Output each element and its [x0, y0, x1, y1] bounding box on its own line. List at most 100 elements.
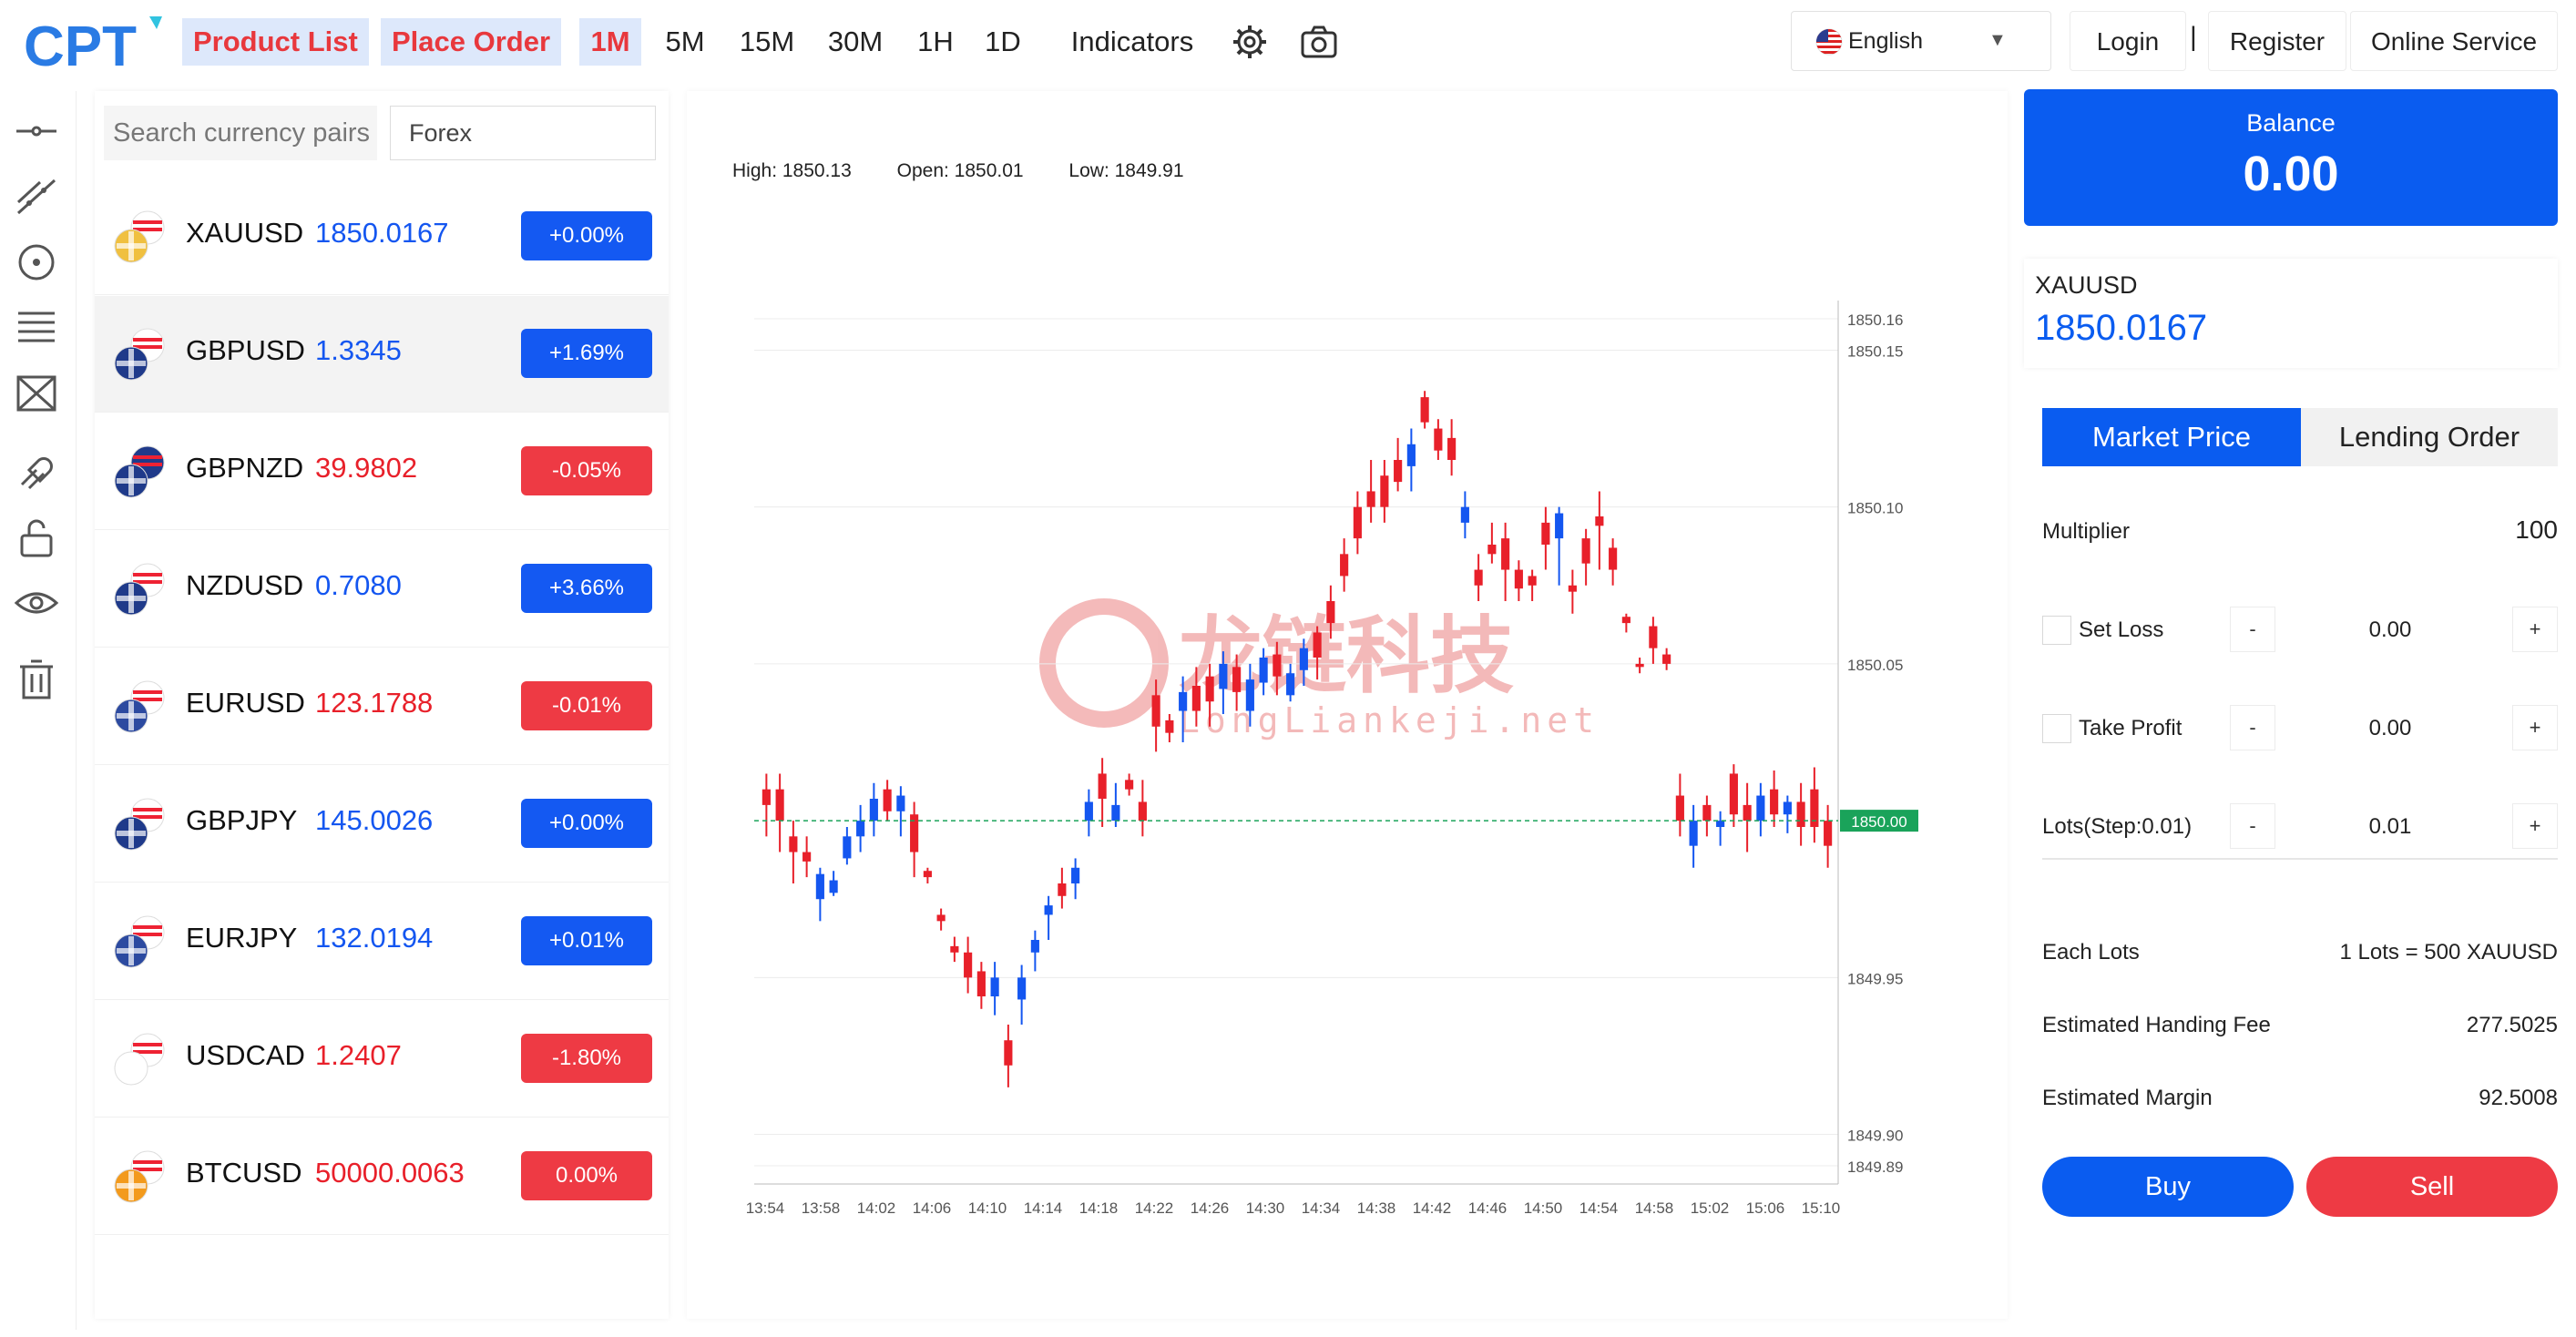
watermark: 龙链科技LongLiankeji.net: [1039, 598, 1594, 740]
indicators-button[interactable]: Indicators: [1057, 18, 1208, 66]
timeframe-30m[interactable]: 30M: [816, 18, 894, 66]
candle-body: [1071, 867, 1080, 883]
take-profit-plus-button[interactable]: +: [2512, 705, 2558, 750]
candle-body: [976, 971, 986, 996]
set-loss-plus-button[interactable]: +: [2512, 607, 2558, 652]
candle-body: [1098, 773, 1107, 799]
pair-row-eurusd[interactable]: EURUSD 123.1788 -0.01%: [95, 648, 669, 765]
usd-cad-flag-icon: [114, 1033, 165, 1086]
x-tick-label: 14:22: [1135, 1199, 1174, 1217]
candle-body: [1380, 475, 1389, 507]
pattern-icon[interactable]: [13, 370, 60, 417]
candle-body: [964, 952, 973, 978]
horizontal-line-icon[interactable]: [13, 107, 60, 155]
pair-row-usdcad[interactable]: USDCAD 1.2407 -1.80%: [95, 1001, 669, 1118]
camera-icon[interactable]: [1297, 20, 1341, 64]
candle-body: [1340, 554, 1349, 577]
lots-value[interactable]: 0.01: [2281, 814, 2499, 840]
candle-body: [1756, 795, 1765, 822]
candle-body: [1366, 491, 1375, 507]
gear-icon[interactable]: [1228, 20, 1272, 64]
candle-body: [762, 789, 771, 805]
set-loss-checkbox[interactable]: [2042, 616, 2071, 645]
candlestick-chart[interactable]: 龙链科技LongLiankeji.net 1850.16 1850.15 1850.1…: [687, 91, 2008, 1319]
pair-row-gbpjpy[interactable]: GBPJPY 145.0026 +0.00%: [95, 766, 669, 883]
set-loss-minus-button[interactable]: -: [2230, 607, 2275, 652]
selected-symbol-card: XAUUSD 1850.0167: [2024, 259, 2558, 368]
margin-label: Estimated Margin: [2042, 1086, 2213, 1110]
candle-body: [1528, 576, 1537, 586]
candle-body: [1716, 821, 1725, 827]
set-loss-row: Set Loss - 0.00 +: [2042, 607, 2558, 654]
pair-row-gbpusd[interactable]: GBPUSD 1.3345 +1.69%: [95, 296, 669, 413]
nav-place-order[interactable]: Place Order: [381, 18, 562, 66]
candle-body: [1649, 626, 1658, 648]
language-selector[interactable]: English ▼: [1791, 11, 2051, 71]
candle-body: [1299, 648, 1308, 670]
trend-line-icon[interactable]: [13, 173, 60, 220]
timeframe-5m[interactable]: 5M: [654, 18, 716, 66]
take-profit-checkbox[interactable]: [2042, 714, 2071, 743]
magnet-icon[interactable]: [13, 448, 60, 495]
set-loss-value[interactable]: 0.00: [2281, 617, 2499, 643]
dragon-logo-icon: [1039, 598, 1169, 728]
chart-panel[interactable]: High: 1850.13 Open: 1850.01 Low: 1849.91…: [687, 91, 2008, 1319]
pair-row-btcusd[interactable]: BTCUSD 50000.0063 0.00%: [95, 1118, 669, 1235]
market-selector[interactable]: Forex: [390, 106, 656, 160]
tab-lending-order[interactable]: Lending Order: [2301, 408, 2558, 466]
pair-symbol: GBPUSD: [186, 334, 305, 366]
candle-body: [1232, 667, 1242, 692]
y-tick-label: 1850.05: [1847, 657, 1903, 674]
buy-button[interactable]: Buy: [2042, 1157, 2294, 1217]
tab-market-price[interactable]: Market Price: [2042, 408, 2301, 466]
pair-row-gbpnzd[interactable]: GBPNZD 39.9802 -0.05%: [95, 413, 669, 530]
candle-body: [1326, 601, 1335, 624]
x-tick-label: 14:30: [1246, 1199, 1285, 1217]
candle-body: [1609, 547, 1618, 570]
candle-body: [1581, 538, 1590, 564]
take-profit-value[interactable]: 0.00: [2281, 716, 2499, 741]
online-service-button[interactable]: Online Service: [2350, 11, 2558, 71]
lots-plus-button[interactable]: +: [2512, 803, 2558, 849]
pair-row-nzdusd[interactable]: NZDUSD 0.7080 +3.66%: [95, 531, 669, 648]
pair-price: 50000.0063: [315, 1157, 465, 1189]
lots-minus-button[interactable]: -: [2230, 803, 2275, 849]
x-tick-label: 14:58: [1635, 1199, 1674, 1217]
multiplier-row: Multiplier 100: [2042, 514, 2558, 550]
pair-symbol: NZDUSD: [186, 569, 304, 601]
x-tick-label: 14:54: [1579, 1199, 1619, 1217]
unlock-icon[interactable]: [13, 514, 60, 561]
candle-body: [936, 914, 946, 922]
margin-row: Estimated Margin 92.5008: [2042, 1086, 2558, 1117]
nav-product-list[interactable]: Product List: [182, 18, 369, 66]
timeframe-1h[interactable]: 1H: [905, 18, 966, 66]
candle-body: [1084, 801, 1093, 822]
timeframe-1m[interactable]: 1M: [579, 18, 641, 66]
pair-symbol: XAUUSD: [186, 217, 304, 249]
pair-price: 123.1788: [315, 687, 434, 719]
take-profit-label: Take Profit: [2079, 716, 2182, 740]
lots-row: Lots(Step:0.01) - 0.01 +: [2042, 803, 2558, 860]
trash-icon[interactable]: [13, 656, 60, 703]
eye-icon[interactable]: [13, 579, 60, 627]
login-button[interactable]: Login: [2070, 11, 2186, 71]
candle-body: [1743, 804, 1752, 822]
pair-row-eurjpy[interactable]: EURJPY 132.0194 +0.01%: [95, 883, 669, 1000]
timeframe-15m[interactable]: 15M: [729, 18, 805, 66]
take-profit-minus-button[interactable]: -: [2230, 705, 2275, 750]
candle-body: [1555, 513, 1564, 539]
logo[interactable]: CPT: [24, 11, 169, 78]
search-input[interactable]: [104, 106, 377, 160]
candle-body: [1621, 617, 1630, 624]
us-flag-icon: [1815, 28, 1843, 56]
fib-lines-icon[interactable]: [13, 304, 60, 352]
register-button[interactable]: Register: [2208, 11, 2346, 71]
sell-button[interactable]: Sell: [2306, 1157, 2558, 1217]
pair-row-xauusd[interactable]: XAUUSD 1850.0167 +0.00%: [95, 179, 669, 295]
candle-body: [1770, 789, 1779, 815]
candle-body: [1179, 691, 1188, 711]
pair-change-badge: +0.00%: [521, 211, 652, 260]
timeframe-1d[interactable]: 1D: [973, 18, 1033, 66]
watermark-chinese: 龙链科技: [1179, 607, 1514, 705]
circle-target-icon[interactable]: [13, 239, 60, 286]
